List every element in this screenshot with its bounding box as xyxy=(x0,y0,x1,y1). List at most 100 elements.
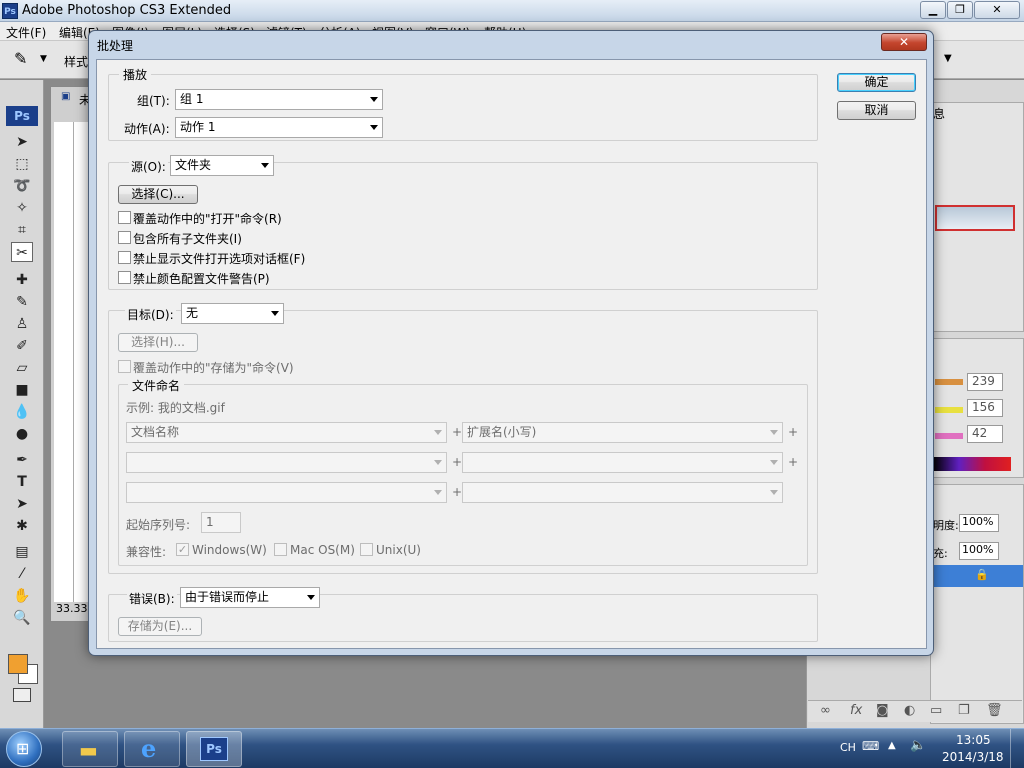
compat-mac-label: Mac OS(M) xyxy=(290,543,355,557)
override-open-checkbox[interactable] xyxy=(118,211,131,224)
app-close-button[interactable]: ✕ xyxy=(974,1,1020,19)
suppress-open-dialogs-checkbox[interactable] xyxy=(118,251,131,264)
opacity-input[interactable]: 100% xyxy=(959,514,999,532)
source-select[interactable]: 文件夹 xyxy=(170,155,274,176)
layer-style-icon[interactable]: fx xyxy=(850,703,862,718)
source-choose-button[interactable]: 选择(C)... xyxy=(118,185,198,204)
blue-slider[interactable] xyxy=(935,433,963,439)
compat-mac-checkbox[interactable] xyxy=(274,543,287,556)
naming-field-1[interactable]: 文档名称 xyxy=(126,422,447,443)
type-tool-icon[interactable]: T xyxy=(11,472,33,492)
group-select-value: 组 1 xyxy=(180,92,204,106)
include-subfolders-checkbox[interactable] xyxy=(118,231,131,244)
start-serial-input[interactable]: 1 xyxy=(201,512,241,533)
color-panel: 239 156 42 xyxy=(930,338,1024,478)
start-button[interactable]: ⊞ xyxy=(6,731,42,767)
minimize-button[interactable]: ▁ xyxy=(920,1,946,19)
naming-field-5[interactable] xyxy=(126,482,447,503)
clone-stamp-tool-icon[interactable]: ♙ xyxy=(11,314,33,334)
chevron-down-icon[interactable]: ▼ xyxy=(40,54,47,64)
close-icon: ✕ xyxy=(898,35,910,49)
adjustment-layer-icon[interactable]: ◐ xyxy=(904,703,915,718)
quick-mask-icon[interactable] xyxy=(13,688,31,702)
notes-tool-icon[interactable]: ▤ xyxy=(11,542,33,562)
magic-wand-tool-icon[interactable]: ✧ xyxy=(11,198,33,218)
workspace-chevron-icon[interactable]: ▼ xyxy=(944,53,952,64)
dodge-tool-icon[interactable]: ● xyxy=(11,424,33,444)
lasso-tool-icon[interactable]: ➰ xyxy=(11,176,33,196)
destination-label: 目标(D): xyxy=(125,306,176,323)
language-indicator[interactable]: CH xyxy=(840,741,856,754)
eyedropper-tool-icon[interactable]: ⁄ xyxy=(11,564,33,584)
new-group-icon[interactable]: ▭ xyxy=(930,703,942,718)
chevron-down-icon xyxy=(770,460,778,465)
green-slider[interactable] xyxy=(935,407,963,413)
healing-brush-tool-icon[interactable]: ✚ xyxy=(11,270,33,290)
chevron-down-icon xyxy=(434,430,442,435)
blue-value[interactable]: 42 xyxy=(967,425,1003,443)
menu-file[interactable]: 文件(F) xyxy=(6,24,46,41)
red-value[interactable]: 239 xyxy=(967,373,1003,391)
compat-windows-checkbox[interactable]: ✓ xyxy=(176,543,189,556)
history-brush-tool-icon[interactable]: ✐ xyxy=(11,336,33,356)
navigator-panel: 息 xyxy=(930,102,1024,332)
doc-ps-icon: ▣ xyxy=(61,91,71,102)
fill-input[interactable]: 100% xyxy=(959,542,999,560)
crop-tool-icon[interactable]: ⌗ xyxy=(11,220,33,240)
destination-choose-button[interactable]: 选择(H)... xyxy=(118,333,198,352)
errors-select[interactable]: 由于错误而停止 xyxy=(180,587,320,608)
panel-tab[interactable]: 息 xyxy=(933,105,945,122)
chevron-down-icon xyxy=(370,97,378,102)
clock-date[interactable]: 2014/3/18 xyxy=(942,750,1004,764)
zoom-tool-icon[interactable]: 🔍 xyxy=(11,608,33,628)
brush-tool-icon[interactable]: ✎ xyxy=(11,292,33,312)
new-layer-icon[interactable]: ❐ xyxy=(958,703,970,718)
red-slider[interactable] xyxy=(935,379,963,385)
taskbar-ie[interactable]: e xyxy=(124,731,180,767)
shape-tool-icon[interactable]: ✱ xyxy=(11,516,33,536)
save-as-button[interactable]: 存储为(E)... xyxy=(118,617,202,636)
dialog-close-button[interactable]: ✕ xyxy=(881,33,927,51)
marquee-tool-icon[interactable]: ⬚ xyxy=(11,154,33,174)
show-desktop-button[interactable] xyxy=(1010,729,1024,768)
naming-field-3[interactable] xyxy=(126,452,447,473)
layer-mask-icon[interactable]: ◙ xyxy=(876,703,889,718)
path-selection-tool-icon[interactable]: ➤ xyxy=(11,494,33,514)
group-select[interactable]: 组 1 xyxy=(175,89,383,110)
slice-tool-icon[interactable]: ✂ xyxy=(11,242,33,262)
layers-footer: ∞ fx ◙ ◐ ▭ ❐ 🗑 xyxy=(808,700,1022,722)
naming-field-2[interactable]: 扩展名(小写) xyxy=(462,422,783,443)
suppress-color-warnings-checkbox[interactable] xyxy=(118,271,131,284)
tool-preset-icon[interactable]: ✎ xyxy=(14,49,27,68)
compat-unix-checkbox[interactable] xyxy=(360,543,373,556)
zoom-readout: 33.33 xyxy=(56,602,88,615)
action-select[interactable]: 动作 1 xyxy=(175,117,383,138)
link-layers-icon[interactable]: ∞ xyxy=(820,703,831,718)
green-value[interactable]: 156 xyxy=(967,399,1003,417)
taskbar-photoshop[interactable]: Ps xyxy=(186,731,242,767)
blur-tool-icon[interactable]: 💧 xyxy=(11,402,33,422)
maximize-button[interactable]: ❐ xyxy=(947,1,973,19)
photoshop-icon: Ps xyxy=(200,737,228,761)
plus-sign: + xyxy=(452,455,463,469)
hand-tool-icon[interactable]: ✋ xyxy=(11,586,33,606)
tray-expand-icon[interactable]: ▲ xyxy=(888,740,896,751)
pen-tool-icon[interactable]: ✒ xyxy=(11,450,33,470)
navigator-thumbnail[interactable] xyxy=(935,205,1015,231)
ok-button[interactable]: 确定 xyxy=(837,73,916,92)
clock-time[interactable]: 13:05 xyxy=(956,733,991,747)
cancel-button[interactable]: 取消 xyxy=(837,101,916,120)
selected-layer-row[interactable]: 🔒 xyxy=(931,565,1023,587)
taskbar-explorer[interactable]: ▬ xyxy=(62,731,118,767)
naming-field-6[interactable] xyxy=(462,482,783,503)
destination-select[interactable]: 无 xyxy=(181,303,284,324)
trash-icon[interactable]: 🗑 xyxy=(986,703,1003,718)
volume-icon[interactable]: 🔈 xyxy=(910,738,926,753)
color-ramp[interactable] xyxy=(933,457,1011,471)
gradient-tool-icon[interactable]: ■ xyxy=(11,380,33,400)
move-tool-icon[interactable]: ➤ xyxy=(11,132,33,152)
keyboard-icon[interactable]: ⌨ xyxy=(862,739,879,753)
override-save-checkbox[interactable] xyxy=(118,360,131,373)
eraser-tool-icon[interactable]: ▱ xyxy=(11,358,33,378)
naming-field-4[interactable] xyxy=(462,452,783,473)
